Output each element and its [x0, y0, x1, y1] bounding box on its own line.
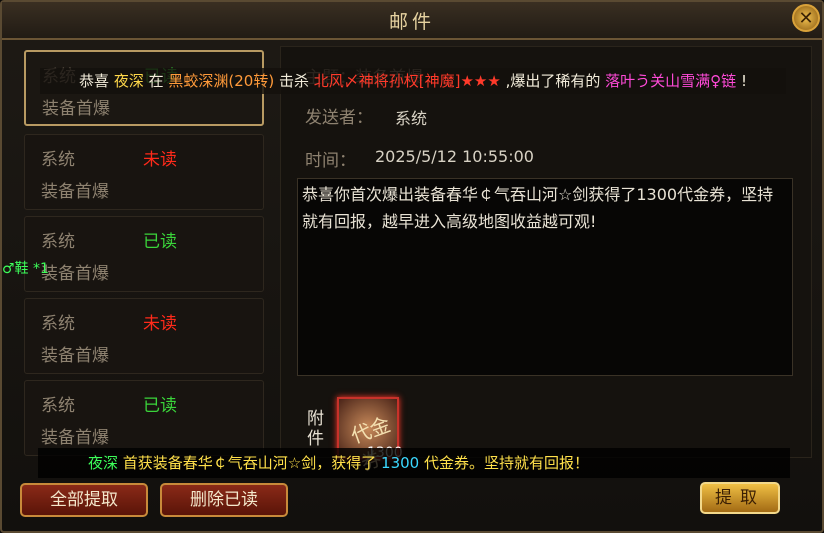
- broadcast-text: 恭喜: [79, 72, 110, 90]
- notice-text: 代金券。坚持就有回报！: [424, 454, 590, 472]
- chat-overflow-text: ♂鞋 *1: [2, 261, 49, 277]
- mail-sender: 系统: [41, 232, 75, 252]
- mail-subject: 装备首爆: [41, 428, 109, 448]
- broadcast-text: ,爆出了稀有的: [505, 72, 601, 90]
- close-icon[interactable]: ✕: [792, 4, 820, 32]
- collect-all-button[interactable]: 全部提取: [20, 483, 148, 517]
- notice-amount: 1300: [381, 454, 420, 472]
- mail-subject: 装备首爆: [41, 264, 109, 284]
- window-title: 邮件: [388, 11, 435, 33]
- mail-sender: 系统: [41, 314, 75, 334]
- delete-read-button[interactable]: 删除已读: [160, 483, 288, 517]
- collect-button[interactable]: 提取: [700, 482, 780, 514]
- title-bar: 邮件 ✕: [2, 2, 822, 40]
- mail-content: 恭喜你首次爆出装备春华￠气吞山河☆剑获得了1300代金券，坚持就有回报，越早进入…: [297, 178, 793, 376]
- sender-value: 系统: [395, 109, 428, 128]
- mail-subject: 装备首爆: [41, 346, 109, 366]
- mail-item[interactable]: 系统 已读 装备首爆: [24, 380, 264, 456]
- broadcast-map: 黑蛟深渊(20转): [168, 72, 275, 90]
- mail-status: 未读: [143, 150, 177, 170]
- mail-status: 未读: [143, 314, 177, 334]
- mail-list: 系统 已读 装备首爆 系统 未读 装备首爆 系统 已读 装备首爆 系统 未读 装…: [20, 44, 272, 464]
- system-notice: 夜深 首获装备春华￠气吞山河☆剑，获得了 1300 代金券。坚持就有回报！: [38, 448, 790, 478]
- notice-text: 首获装备春华￠气吞山河☆剑，获得了: [122, 454, 377, 472]
- mail-item[interactable]: 系统 未读 装备首爆: [24, 298, 264, 374]
- mail-subject: 装备首爆: [42, 99, 110, 119]
- notice-player: 夜深: [88, 454, 119, 472]
- mail-item[interactable]: 系统 已读 装备首爆: [24, 216, 264, 292]
- mail-window: 邮件 ✕ 系统 已读 装备首爆 系统 未读 装备首爆 系统 已读 装备首爆 系统…: [0, 0, 824, 533]
- mail-item[interactable]: 系统 未读 装备首爆: [24, 134, 264, 210]
- broadcast-text: 在: [148, 72, 164, 90]
- broadcast-item: 落叶う关山雪满♀链: [605, 72, 737, 90]
- mail-status: 已读: [143, 232, 177, 252]
- mail-sender: 系统: [41, 150, 75, 170]
- broadcast-marquee: 恭喜 夜深 在 黑蛟深渊(20转) 击杀 北风〆神将孙权[神魔]★★★ ,爆出了…: [40, 68, 786, 94]
- broadcast-text: !: [740, 72, 747, 90]
- time-value: 2025/5/12 10:55:00: [375, 147, 534, 166]
- mail-status: 已读: [143, 396, 177, 416]
- mail-detail: 主题： 装备首爆 发送者： 系统 时间： 2025/5/12 10:55:00 …: [280, 46, 812, 475]
- sender-label: 发送者：: [305, 108, 373, 128]
- broadcast-text: 击杀: [278, 72, 309, 90]
- time-label: 时间：: [305, 151, 356, 171]
- broadcast-boss: 北风〆神将孙权[神魔]★★★: [313, 72, 501, 90]
- broadcast-player: 夜深: [113, 72, 144, 90]
- mail-subject: 装备首爆: [41, 182, 109, 202]
- mail-sender: 系统: [41, 396, 75, 416]
- attachment-label: 附件: [307, 409, 324, 449]
